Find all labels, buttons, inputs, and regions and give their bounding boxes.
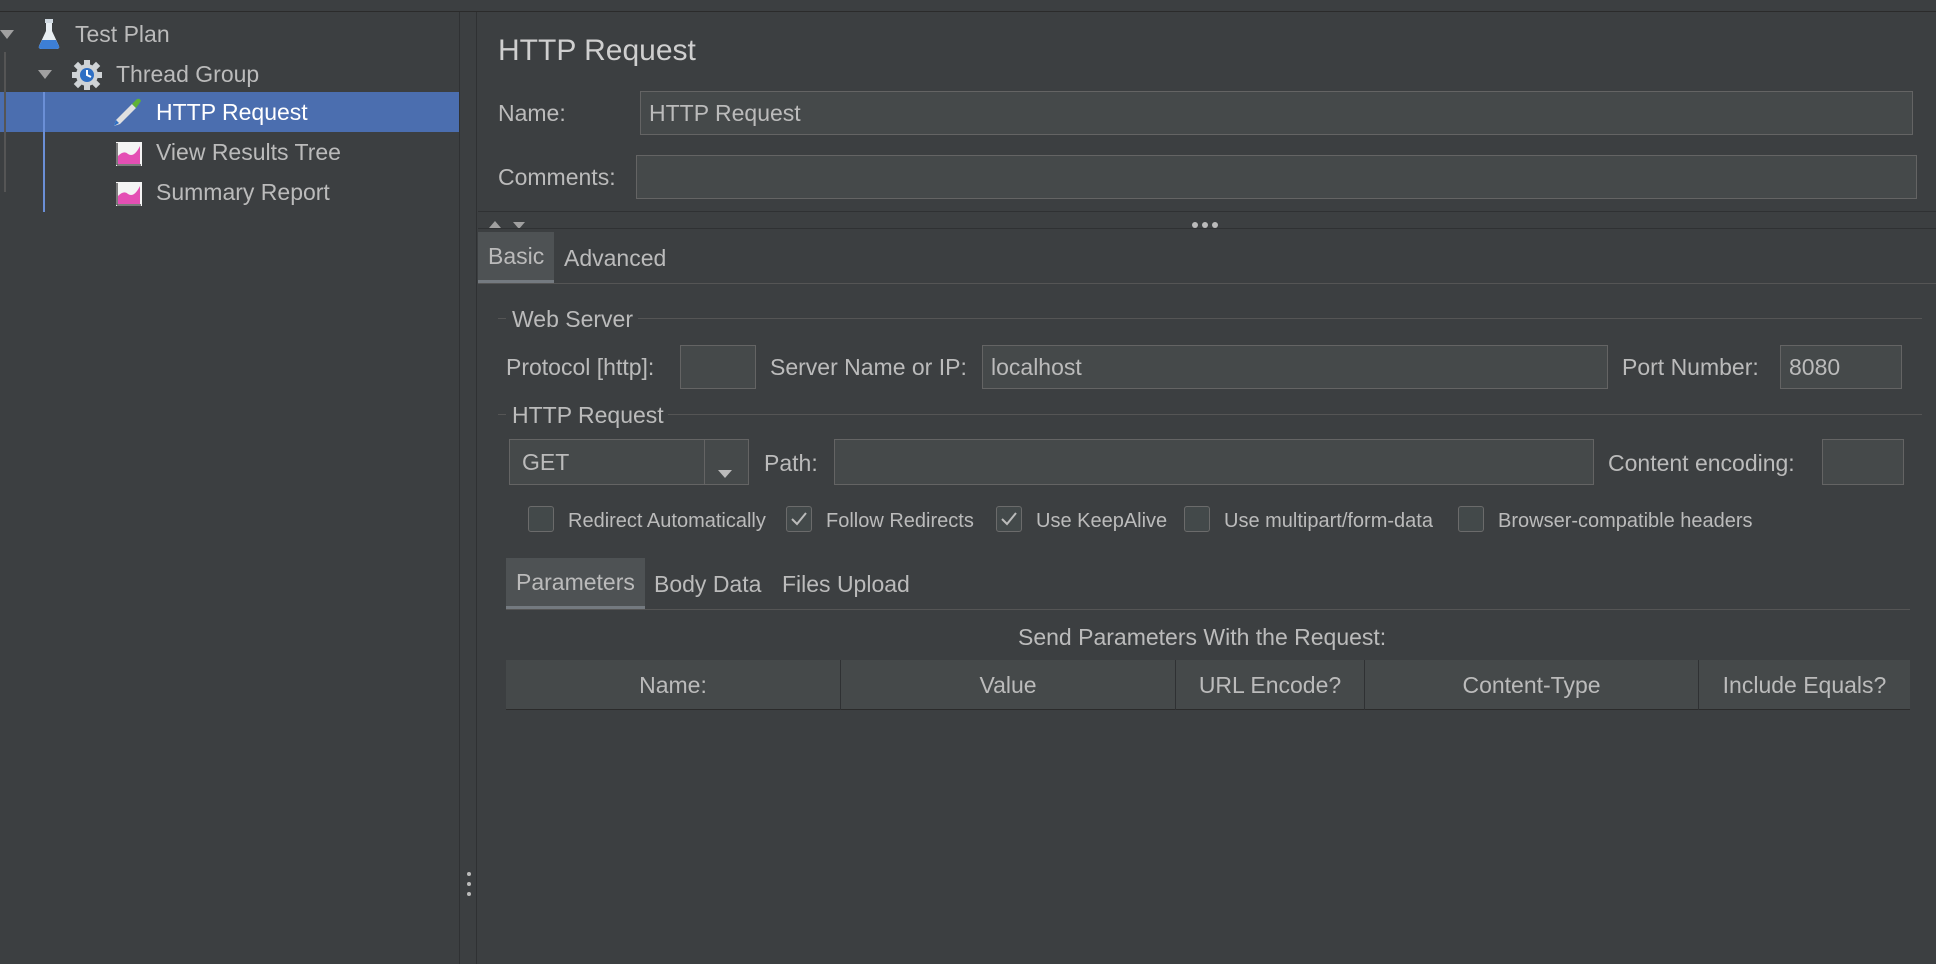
splitter-handle[interactable] (459, 12, 477, 964)
grip-dot (467, 892, 471, 896)
tree-item-label: Thread Group (116, 60, 260, 87)
test-plan-tree[interactable]: Test Plan Thread Group HTTP Request View… (0, 12, 459, 964)
graph-icon (114, 178, 144, 208)
tab-files-upload[interactable]: Files Upload (772, 558, 920, 610)
check-icon (791, 512, 807, 526)
tab-underline (478, 283, 1936, 284)
name-label: Name: (498, 100, 566, 126)
page-title: HTTP Request (498, 34, 696, 67)
path-field[interactable] (834, 439, 1594, 485)
comments-field[interactable] (636, 155, 1917, 199)
server-name-field[interactable]: localhost (982, 345, 1608, 389)
method-value: GET (522, 448, 570, 475)
group-border (498, 318, 506, 319)
tree-item-label: Summary Report (156, 178, 330, 205)
protocol-label: Protocol [http]: (506, 354, 655, 380)
browser-compatible-headers-label: Browser-compatible headers (1498, 510, 1753, 532)
tab-underline (506, 609, 1910, 610)
parameters-table-body[interactable] (506, 710, 1910, 960)
server-name-label: Server Name or IP: (770, 354, 967, 380)
path-label: Path: (764, 450, 818, 476)
window-top-strip (0, 0, 1936, 12)
tree-item-label: Test Plan (75, 20, 170, 47)
port-number-label: Port Number: (1622, 354, 1759, 380)
graph-icon (114, 138, 144, 168)
collapse-bar-line (478, 211, 1936, 212)
protocol-field[interactable] (680, 345, 756, 389)
tree-guide-line (4, 52, 6, 192)
column-header-include-equals[interactable]: Include Equals? (1699, 660, 1910, 710)
use-multipart-label: Use multipart/form-data (1224, 510, 1433, 532)
tree-item-thread-group[interactable]: Thread Group (0, 54, 459, 94)
collapse-arrow-icon[interactable] (38, 70, 52, 79)
method-select[interactable]: GET (509, 439, 749, 485)
tree-item-summary-report[interactable]: Summary Report (0, 172, 459, 212)
group-border (638, 318, 1922, 319)
flask-icon (34, 18, 64, 49)
name-field[interactable]: HTTP Request (640, 91, 1913, 135)
follow-redirects-label: Follow Redirects (826, 510, 974, 532)
http-request-panel: HTTP Request Name: HTTP Request Comments… (478, 12, 1936, 964)
parameters-table-header: Name: Value URL Encode? Content-Type Inc… (506, 660, 1910, 710)
tab-basic[interactable]: Basic (478, 232, 555, 284)
tab-parameters[interactable]: Parameters (506, 558, 645, 610)
group-border (498, 414, 506, 415)
tree-item-http-request[interactable]: HTTP Request (0, 92, 459, 132)
use-keepalive-label: Use KeepAlive (1036, 510, 1168, 532)
grip-dot (467, 872, 471, 876)
grip-dot (467, 882, 471, 886)
column-header-name[interactable]: Name: (506, 660, 841, 710)
collapse-arrow-icon[interactable] (0, 30, 14, 39)
column-header-content-type[interactable]: Content-Type (1365, 660, 1699, 710)
check-icon (1001, 512, 1017, 526)
port-number-field[interactable]: 8080 (1780, 345, 1902, 389)
tab-body-data[interactable]: Body Data (644, 558, 771, 610)
content-encoding-field[interactable] (1822, 439, 1904, 485)
params-caption: Send Parameters With the Request: (1018, 624, 1387, 650)
redirect-automatically-label: Redirect Automatically (568, 510, 766, 532)
tree-guide-line (43, 92, 45, 212)
tree-item-label: View Results Tree (156, 138, 341, 165)
tree-item-test-plan[interactable]: Test Plan (0, 14, 459, 54)
browser-compatible-headers-checkbox[interactable] (1458, 506, 1484, 532)
use-multipart-checkbox[interactable] (1184, 506, 1210, 532)
tree-item-view-results-tree[interactable]: View Results Tree (0, 132, 459, 172)
pipette-icon (110, 96, 141, 126)
column-header-value[interactable]: Value (841, 660, 1176, 710)
redirect-automatically-checkbox[interactable] (528, 506, 554, 532)
tab-advanced[interactable]: Advanced (554, 232, 676, 284)
group-border (668, 414, 1922, 415)
comments-label: Comments: (498, 164, 616, 190)
tree-item-label: HTTP Request (156, 98, 308, 125)
use-keepalive-checkbox[interactable] (996, 506, 1022, 532)
drag-dots-icon[interactable] (1191, 216, 1219, 234)
follow-redirects-checkbox[interactable] (786, 506, 812, 532)
web-server-legend: Web Server (512, 306, 634, 332)
http-request-legend: HTTP Request (512, 402, 664, 428)
gear-icon (71, 59, 102, 90)
chevron-down-icon (717, 458, 733, 485)
content-encoding-label: Content encoding: (1608, 450, 1795, 476)
collapse-bar-line (478, 228, 1936, 229)
column-header-url-encode[interactable]: URL Encode? (1176, 660, 1365, 710)
select-divider (704, 440, 705, 484)
